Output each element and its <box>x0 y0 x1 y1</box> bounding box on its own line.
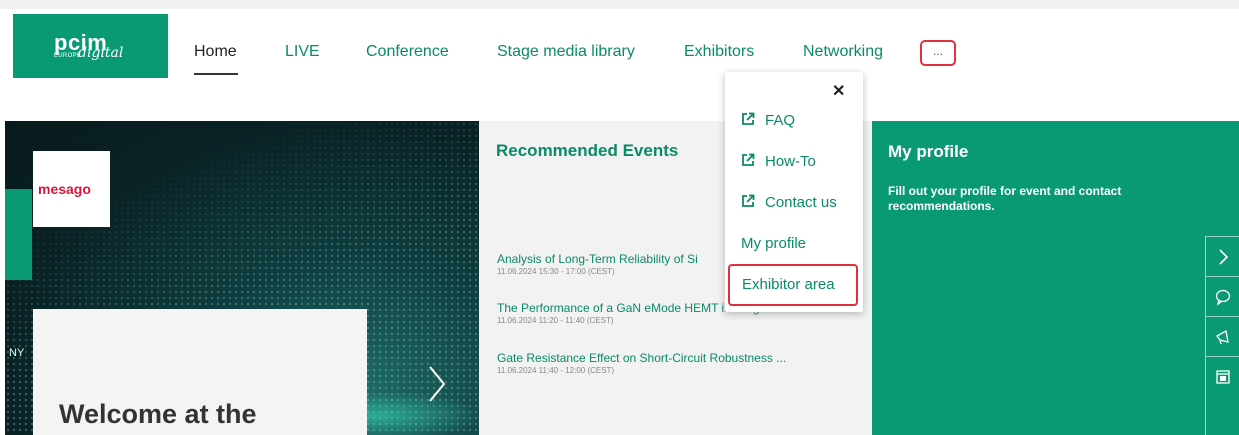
calendar-icon <box>1216 370 1230 384</box>
external-link-icon <box>742 194 755 207</box>
external-link-icon <box>742 153 755 166</box>
event-time: 11.06.2024 11:20 - 11:40 (CEST) <box>497 316 614 325</box>
chevron-right-icon <box>1219 249 1229 265</box>
side-calendar-button[interactable] <box>1205 356 1239 435</box>
close-icon[interactable]: ✕ <box>832 81 845 101</box>
logo-script: digital <box>78 45 124 61</box>
mesago-logo-text: mesago <box>38 181 91 197</box>
megaphone-icon <box>1216 329 1229 345</box>
hero-side-text: NY <box>9 347 25 359</box>
menu-item-faq[interactable]: FAQ <box>741 112 795 129</box>
nav-home[interactable]: Home <box>194 43 237 61</box>
hero-banner[interactable]: NY mesago Welcome at the <box>5 121 479 435</box>
external-link-icon <box>742 112 755 125</box>
more-menu-button[interactable]: ... <box>920 40 956 66</box>
hero-side-bar <box>5 189 32 280</box>
chat-icon <box>1215 289 1231 306</box>
more-dropdown-menu: ✕ FAQ How-To Contact us My profile Exhib… <box>725 72 863 312</box>
menu-item-how-to[interactable]: How-To <box>741 153 816 170</box>
nav-conference[interactable]: Conference <box>366 43 449 61</box>
side-announce-button[interactable] <box>1205 316 1239 356</box>
event-time: 11.06.2024 11:40 - 12:00 (CEST) <box>497 366 615 375</box>
nav-home-underline <box>194 73 238 75</box>
menu-item-contact-us[interactable]: Contact us <box>741 194 837 211</box>
event-item[interactable]: Gate Resistance Effect on Short-Circuit … <box>497 351 817 375</box>
side-chat-button[interactable] <box>1205 276 1239 316</box>
my-profile-panel[interactable]: My profile Fill out your profile for eve… <box>872 121 1239 435</box>
recommended-title: Recommended Events <box>496 141 679 160</box>
nav-stage-media-library[interactable]: Stage media library <box>497 43 635 61</box>
menu-item-label: Exhibitor area <box>742 276 835 293</box>
nav-networking[interactable]: Networking <box>803 43 883 61</box>
profile-title: My profile <box>888 142 969 161</box>
welcome-heading: Welcome at the <box>59 399 257 429</box>
menu-item-label: FAQ <box>765 112 796 129</box>
menu-item-exhibitor-area[interactable]: Exhibitor area <box>728 264 858 306</box>
pcim-logo[interactable]: pcim EUROPE digital <box>13 14 168 78</box>
menu-item-my-profile[interactable]: My profile <box>741 235 806 252</box>
menu-item-label: How-To <box>765 153 816 170</box>
nav-exhibitors[interactable]: Exhibitors <box>684 43 754 61</box>
profile-text: Fill out your profile for event and cont… <box>888 184 1122 213</box>
menu-item-label: Contact us <box>765 194 837 211</box>
top-strip <box>0 0 1239 9</box>
event-title[interactable]: Gate Resistance Effect on Short-Circuit … <box>497 351 817 365</box>
nav-live[interactable]: LIVE <box>285 43 320 61</box>
mesago-logo: mesago <box>33 151 110 227</box>
carousel-next-icon[interactable] <box>427 364 447 404</box>
side-expand-button[interactable] <box>1205 236 1239 276</box>
welcome-card: Welcome at the <box>33 309 367 435</box>
